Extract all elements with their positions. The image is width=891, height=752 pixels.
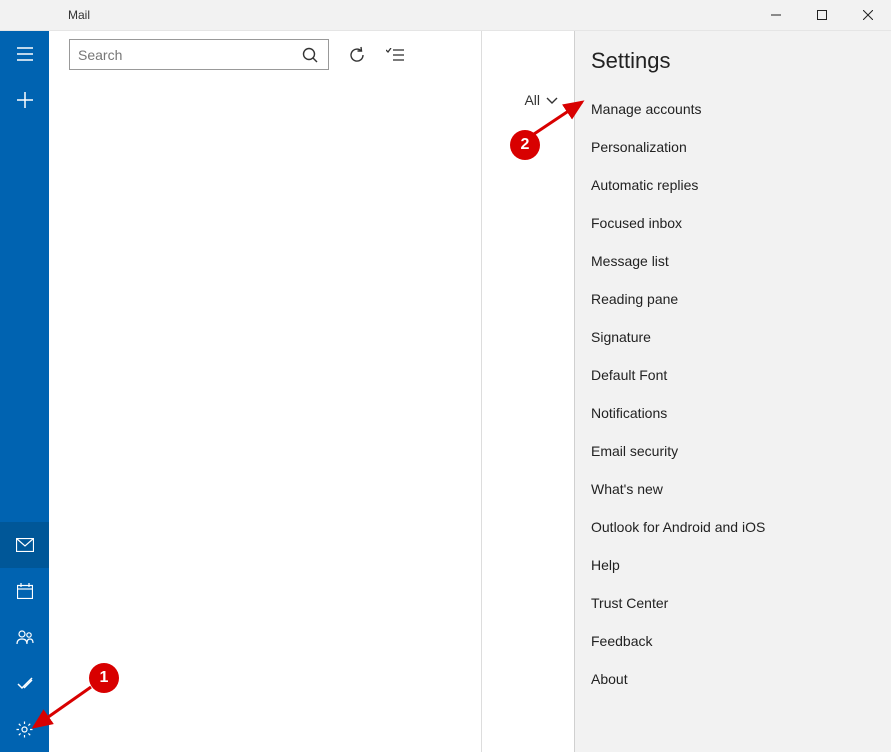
settings-item-feedback[interactable]: Feedback bbox=[575, 622, 891, 660]
new-mail-button[interactable] bbox=[0, 77, 49, 123]
filter-dropdown[interactable]: All bbox=[49, 78, 574, 114]
calendar-nav-button[interactable] bbox=[0, 568, 49, 614]
maximize-button[interactable] bbox=[799, 0, 845, 30]
settings-item-signature[interactable]: Signature bbox=[575, 318, 891, 356]
settings-item-outlook-for-android-and-ios[interactable]: Outlook for Android and iOS bbox=[575, 508, 891, 546]
window-controls bbox=[753, 0, 891, 30]
settings-item-focused-inbox[interactable]: Focused inbox bbox=[575, 204, 891, 242]
settings-item-email-security[interactable]: Email security bbox=[575, 432, 891, 470]
settings-item-about[interactable]: About bbox=[575, 660, 891, 698]
todo-nav-button[interactable] bbox=[0, 660, 49, 706]
message-list-pane: All bbox=[49, 31, 574, 752]
select-mode-button[interactable] bbox=[385, 45, 405, 65]
settings-item-help[interactable]: Help bbox=[575, 546, 891, 584]
search-input[interactable] bbox=[78, 47, 300, 63]
settings-list: Manage accountsPersonalizationAutomatic … bbox=[575, 90, 891, 698]
chevron-down-icon bbox=[546, 92, 558, 108]
settings-item-trust-center[interactable]: Trust Center bbox=[575, 584, 891, 622]
hamburger-button[interactable] bbox=[0, 31, 49, 77]
settings-title: Settings bbox=[575, 48, 891, 90]
title-bar: Mail bbox=[0, 0, 891, 31]
search-icon[interactable] bbox=[300, 45, 320, 65]
annotation-callout-2: 2 bbox=[510, 130, 540, 160]
settings-item-what-s-new[interactable]: What's new bbox=[575, 470, 891, 508]
settings-item-notifications[interactable]: Notifications bbox=[575, 394, 891, 432]
search-box[interactable] bbox=[69, 39, 329, 70]
minimize-button[interactable] bbox=[753, 0, 799, 30]
settings-pane: Settings Manage accountsPersonalizationA… bbox=[574, 31, 891, 752]
settings-item-automatic-replies[interactable]: Automatic replies bbox=[575, 166, 891, 204]
people-nav-button[interactable] bbox=[0, 614, 49, 660]
mail-nav-button[interactable] bbox=[0, 522, 49, 568]
settings-item-reading-pane[interactable]: Reading pane bbox=[575, 280, 891, 318]
filter-label: All bbox=[524, 92, 540, 108]
close-button[interactable] bbox=[845, 0, 891, 30]
pane-separator bbox=[481, 31, 482, 752]
nav-rail bbox=[0, 31, 49, 752]
annotation-callout-1: 1 bbox=[89, 663, 119, 693]
settings-nav-button[interactable] bbox=[0, 706, 49, 752]
refresh-button[interactable] bbox=[347, 45, 367, 65]
settings-item-message-list[interactable]: Message list bbox=[575, 242, 891, 280]
app-title: Mail bbox=[68, 8, 90, 22]
settings-item-personalization[interactable]: Personalization bbox=[575, 128, 891, 166]
settings-item-manage-accounts[interactable]: Manage accounts bbox=[575, 90, 891, 128]
settings-item-default-font[interactable]: Default Font bbox=[575, 356, 891, 394]
